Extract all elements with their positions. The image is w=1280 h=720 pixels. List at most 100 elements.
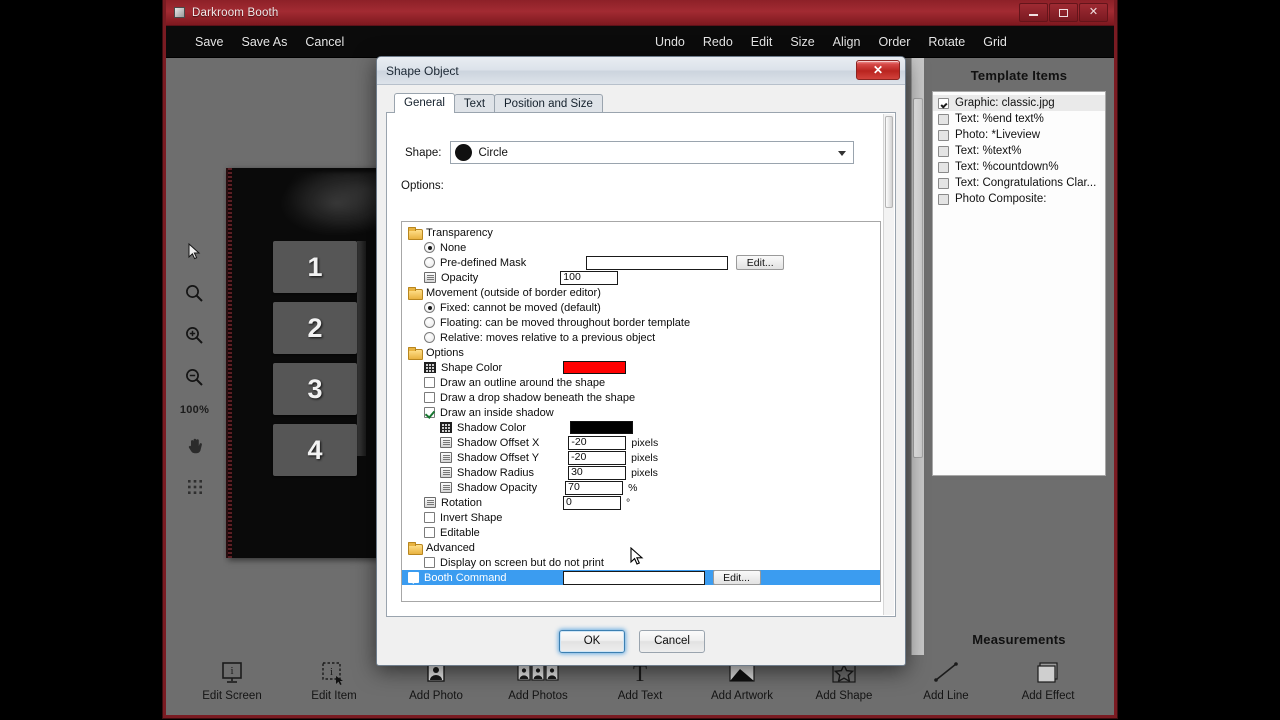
close-button[interactable]: ✕ [1079,3,1108,22]
tree-row-relative[interactable]: Relative: moves relative to a previous o… [402,330,880,345]
canvas-scrollbar-thumb[interactable] [913,98,923,458]
tree-row-draw-inside-shadow[interactable]: Draw an inside shadow [402,405,880,420]
options-scrollbar[interactable] [883,114,894,615]
checkbox-booth-command[interactable] [408,572,419,583]
zoom-out-tool-icon[interactable] [180,362,210,392]
predefined-mask-edit-button[interactable]: Edit... [736,255,785,270]
tree-group-transparency[interactable]: Transparency [402,225,880,240]
magnifier-tool-icon[interactable] [180,278,210,308]
booth-command-input[interactable] [562,570,705,585]
tree-group-movement[interactable]: Movement (outside of border editor) [402,285,880,300]
checkbox-invert-shape[interactable] [424,512,435,523]
shadow-radius-input[interactable]: 30 [568,465,627,480]
add-line-button[interactable]: Add Line [909,657,984,702]
radio-none[interactable] [424,242,435,253]
radio-floating[interactable] [424,317,435,328]
tree-row-draw-drop-shadow[interactable]: Draw a drop shadow beneath the shape [402,390,880,405]
opacity-input[interactable]: 100 [560,270,619,285]
list-item[interactable]: Text: %countdown% [933,159,1105,175]
list-item[interactable]: Text: Congratulations Clar... [933,175,1105,191]
shadow-offset-x-input[interactable]: -20 [568,435,627,450]
menu-item-save[interactable]: Save [186,31,233,53]
menu-item-cancel[interactable]: Cancel [296,31,353,53]
shape-color-swatch[interactable] [563,361,627,374]
list-item[interactable]: Text: %text% [933,143,1105,159]
menu-item-save-as[interactable]: Save As [233,31,297,53]
edit-screen-button[interactable]: i Edit Screen [195,657,270,702]
menu-item-edit[interactable]: Edit [742,31,782,53]
tree-group-options[interactable]: Options [402,345,880,360]
checkbox-display-no-print[interactable] [424,557,435,568]
radio-fixed[interactable] [424,302,435,313]
item-checkbox[interactable] [938,177,949,189]
tree-row-fixed[interactable]: Fixed: cannot be moved (default) [402,300,880,315]
predefined-mask-input[interactable] [586,255,729,270]
tab-text[interactable]: Text [453,94,496,113]
minimize-button[interactable] [1019,3,1048,22]
menu-item-redo[interactable]: Redo [694,31,742,53]
maximize-button[interactable] [1049,3,1078,22]
dialog-title-bar[interactable]: Shape Object ✕ [377,57,905,85]
menu-item-align[interactable]: Align [824,31,870,53]
canvas-vertical-scrollbar[interactable] [911,58,924,655]
list-item[interactable]: Photo: *Liveview [933,127,1105,143]
edit-item-button[interactable]: i Edit Item [297,657,372,702]
menu-item-rotate[interactable]: Rotate [919,31,974,53]
menu-item-undo[interactable]: Undo [646,31,694,53]
ok-button[interactable]: OK [559,629,625,653]
checkbox-draw-outline[interactable] [424,377,435,388]
tree-row-rotation[interactable]: Rotation 0 ° [402,495,880,510]
tree-row-shadow-offset-x[interactable]: Shadow Offset X -20 pixels [402,435,880,450]
shadow-opacity-input[interactable]: 70 [565,480,624,495]
item-checkbox[interactable] [938,161,949,173]
options-tree[interactable]: Transparency None Pre-defined Mask Edit.… [401,221,881,602]
tree-row-none[interactable]: None [402,240,880,255]
radio-relative[interactable] [424,332,435,343]
shape-select[interactable]: Circle [450,141,855,164]
template-canvas[interactable]: 1 2 3 4 [226,168,392,558]
hand-tool-icon[interactable] [180,430,210,460]
menu-item-size[interactable]: Size [781,31,823,53]
tree-row-invert-shape[interactable]: Invert Shape [402,510,880,525]
checkbox-draw-inside-shadow[interactable] [424,407,435,418]
rotation-input[interactable]: 0 [562,495,621,510]
pointer-tool-icon[interactable] [180,236,210,266]
tree-row-shadow-radius[interactable]: Shadow Radius 30 pixels [402,465,880,480]
radio-predefined-mask[interactable] [424,257,435,268]
shadow-offset-y-input[interactable]: -20 [568,450,627,465]
item-checkbox[interactable] [938,129,949,141]
options-scrollbar-thumb[interactable] [885,116,893,208]
menu-item-order[interactable]: Order [869,31,919,53]
grid-tool-icon[interactable] [180,472,210,502]
item-checkbox[interactable] [938,113,949,125]
tree-row-shadow-offset-y[interactable]: Shadow Offset Y -20 pixels [402,450,880,465]
checkbox-editable[interactable] [424,527,435,538]
booth-command-edit-button[interactable]: Edit... [712,570,761,585]
tree-row-shape-color[interactable]: Shape Color [402,360,880,375]
photo-slot-3[interactable]: 3 [273,363,357,415]
tab-general[interactable]: General [394,93,455,113]
tab-position-and-size[interactable]: Position and Size [494,94,603,113]
zoom-in-tool-icon[interactable] [180,320,210,350]
tree-row-shadow-color[interactable]: Shadow Color [402,420,880,435]
chevron-down-icon[interactable] [838,151,847,156]
tree-row-booth-command[interactable]: Booth Command Edit... [402,570,880,585]
photo-slot-4[interactable]: 4 [273,424,357,476]
item-checkbox[interactable] [938,97,949,109]
tree-row-floating[interactable]: Floating: can be moved throughout border… [402,315,880,330]
tree-row-shadow-opacity[interactable]: Shadow Opacity 70 % [402,480,880,495]
tree-row-opacity[interactable]: Opacity 100 [402,270,880,285]
add-effect-button[interactable]: Add Effect [1011,657,1086,702]
dialog-close-button[interactable]: ✕ [856,60,900,80]
item-checkbox[interactable] [938,145,949,157]
cancel-button[interactable]: Cancel [639,629,705,653]
tree-row-predefined-mask[interactable]: Pre-defined Mask Edit... [402,255,880,270]
list-item[interactable]: Graphic: classic.jpg [933,95,1105,111]
template-items-list[interactable]: Graphic: classic.jpg Text: %end text% Ph… [932,91,1106,476]
item-checkbox[interactable] [938,193,949,205]
checkbox-draw-drop-shadow[interactable] [424,392,435,403]
photo-slot-2[interactable]: 2 [273,302,357,354]
zoom-level-label[interactable]: 100% [180,404,209,416]
list-item[interactable]: Photo Composite: [933,191,1105,207]
tree-row-editable[interactable]: Editable [402,525,880,540]
